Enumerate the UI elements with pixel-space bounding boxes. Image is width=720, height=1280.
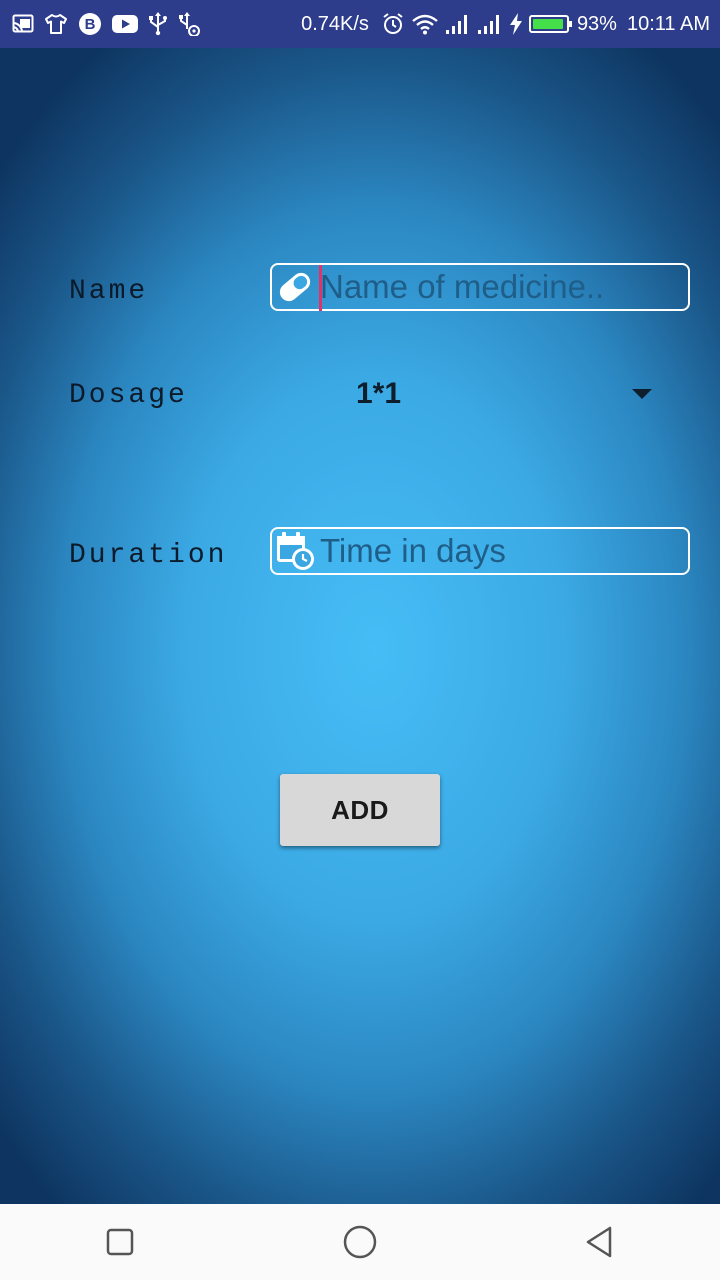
name-input[interactable] xyxy=(318,268,680,306)
square-icon xyxy=(106,1228,134,1256)
dosage-spinner[interactable]: 1*1 xyxy=(340,366,670,422)
text-cursor xyxy=(319,265,322,311)
cast-icon xyxy=(12,13,34,35)
tshirt-icon xyxy=(44,13,68,35)
signal-icon xyxy=(445,13,471,35)
battery-percent: 93% xyxy=(576,12,617,35)
usb-debug-icon xyxy=(178,12,200,36)
calendar-clock-icon xyxy=(272,528,318,574)
charging-icon xyxy=(509,13,523,35)
youtube-icon xyxy=(112,14,138,34)
status-bar-right: 0.74K/s 93% 10:11 AM xyxy=(295,12,710,36)
triangle-back-icon xyxy=(586,1226,612,1258)
network-speed: 0.74K/s xyxy=(301,12,369,35)
dosage-selected-value: 1*1 xyxy=(356,377,402,410)
duration-label: Duration xyxy=(69,540,228,571)
home-button[interactable] xyxy=(320,1212,400,1272)
back-button[interactable] xyxy=(560,1212,640,1272)
wifi-icon xyxy=(411,13,439,35)
alarm-icon xyxy=(381,12,405,36)
duration-field[interactable] xyxy=(270,527,690,575)
add-button[interactable]: ADD xyxy=(280,774,440,846)
name-field[interactable] xyxy=(270,263,690,311)
dropdown-arrow-icon xyxy=(632,389,652,399)
recents-button[interactable] xyxy=(80,1212,160,1272)
clock: 10:11 AM xyxy=(626,12,710,35)
navigation-bar xyxy=(0,1204,720,1280)
status-bar-left: B xyxy=(12,12,210,36)
duration-input[interactable] xyxy=(318,532,680,570)
bitcoin-icon: B xyxy=(78,12,102,36)
circle-icon xyxy=(343,1225,377,1259)
signal-icon xyxy=(477,13,503,35)
main-content: Name Dosage 1*1 Duration xyxy=(0,48,720,1204)
status-bar: B 0.74K/s 93% 10:11 AM xyxy=(0,0,720,48)
usb-icon xyxy=(148,12,168,36)
battery-icon xyxy=(528,15,572,33)
dosage-label: Dosage xyxy=(69,380,188,411)
pill-icon xyxy=(272,264,318,310)
svg-text:B: B xyxy=(85,16,96,33)
name-label: Name xyxy=(69,276,149,307)
